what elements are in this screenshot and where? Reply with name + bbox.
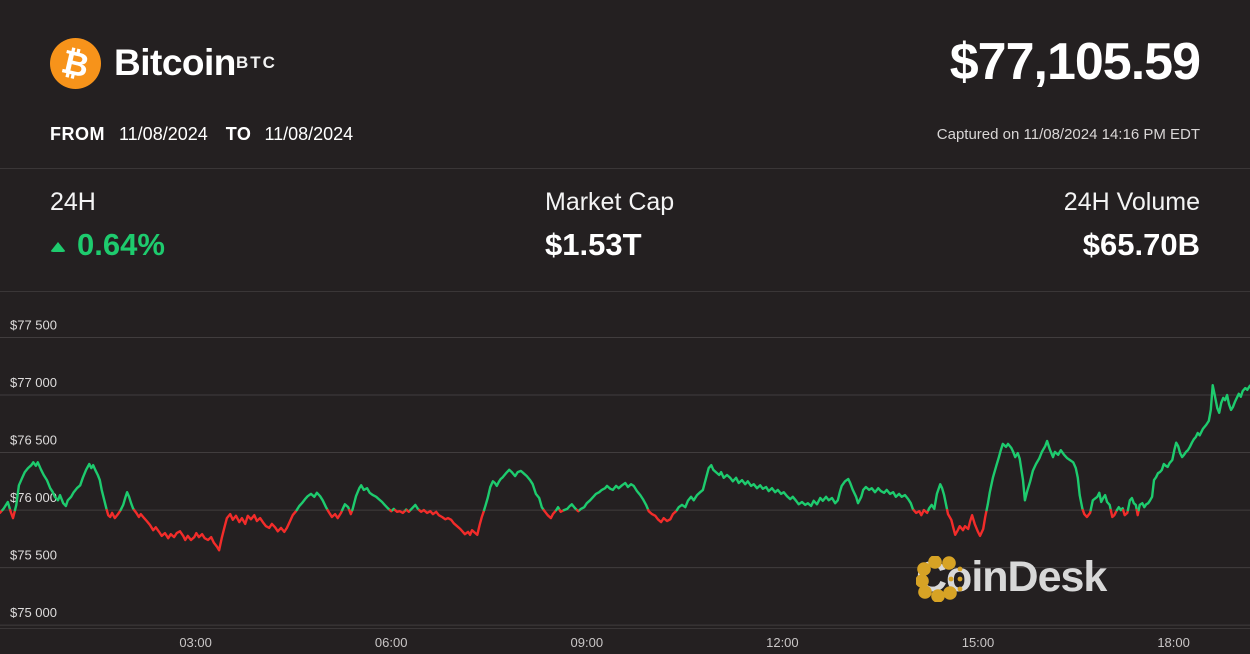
y-axis-label: $77 000	[10, 375, 57, 390]
price-line-segment	[8, 508, 17, 520]
price-line-segment	[105, 508, 122, 520]
price-line-segment	[675, 463, 915, 512]
price-line-segment	[119, 490, 136, 512]
x-axis-label: 09:00	[570, 635, 604, 650]
price-line-segment	[132, 508, 298, 552]
x-axis-label: 12:00	[766, 635, 799, 650]
bitcoin-symbol: ₿	[58, 41, 93, 86]
market-cap-value: $1.53T	[545, 227, 642, 262]
price-line-segment	[1126, 496, 1139, 512]
price-line-segment	[326, 508, 344, 520]
to-label: TO	[225, 124, 252, 144]
price-line-segment	[409, 503, 421, 512]
price-line-segment	[562, 503, 579, 512]
coin-name: Bitcoin	[114, 42, 236, 83]
price-line-segment	[985, 439, 1085, 512]
x-axis-label: 03:00	[179, 635, 212, 650]
y-axis-label: $75 500	[10, 548, 57, 563]
coindesk-logo-icon	[916, 556, 963, 602]
coindesk-watermark: CoinDesk	[916, 556, 1107, 602]
price-line-segment	[927, 482, 949, 512]
price-line-segment	[1081, 508, 1092, 519]
header: ₿ Bitcoin BTC $77,105.59 FROM 11/08/2024 T…	[0, 0, 1250, 168]
price-line-segment	[542, 508, 558, 520]
price-line-segment	[295, 491, 329, 512]
y-axis-label: $75 000	[10, 605, 57, 620]
price-line-segment	[341, 503, 351, 512]
current-price: $77,105.59	[949, 33, 1201, 91]
bitcoin-logo-icon: ₿	[50, 38, 101, 89]
price-line-segment	[1137, 383, 1250, 512]
price-line-segment	[482, 468, 545, 512]
x-axis: 03:00 06:00 09:00 12:00 15:00 18:00	[0, 628, 1250, 654]
price-line-segment	[422, 508, 486, 537]
price-chart-area[interactable]: $77 500 $77 000 $76 500 $76 000 $75 500 $75 0…	[0, 292, 1250, 628]
price-line-segment	[647, 508, 679, 524]
volume-value: $65.70B	[1082, 227, 1200, 262]
y-axis-label: $77 500	[10, 318, 57, 333]
price-line-segment	[1, 500, 12, 512]
price-line-segment	[912, 508, 926, 517]
up-triangle-icon	[50, 242, 66, 252]
price-line-segment	[393, 508, 407, 515]
price-line-segment	[1089, 491, 1113, 512]
price-line-segment	[578, 481, 650, 512]
price-line-segment	[946, 508, 988, 538]
x-axis-label: 15:00	[961, 635, 995, 650]
from-date[interactable]: 11/08/2024	[119, 124, 208, 144]
change-value: 0.64%	[50, 227, 165, 263]
bitcoin-price-page: ₿ Bitcoin BTC $77,105.59 FROM 11/08/2024 T…	[0, 0, 1250, 654]
coin-ticker: BTC	[236, 53, 277, 72]
x-axis-label: 18:00	[1157, 635, 1190, 650]
price-line-segment	[1109, 508, 1119, 519]
x-axis-label: 06:00	[374, 635, 408, 650]
price-line-segment	[351, 484, 392, 512]
change-percent: 0.64%	[77, 227, 165, 262]
y-axis-label: $76 500	[10, 433, 57, 448]
to-date[interactable]: 11/08/2024	[264, 124, 353, 144]
market-cap-label: Market Cap	[545, 188, 675, 216]
from-label: FROM	[50, 124, 105, 144]
date-range: FROM 11/08/2024 TO 11/08/2024	[50, 124, 353, 145]
stats-strip: 24H 0.64% Market Cap $1.53T 24H Volume $…	[0, 168, 1250, 292]
volume-label: 24H Volume	[1063, 188, 1200, 216]
change-label: 24H	[50, 188, 96, 216]
captured-timestamp: Captured on 11/08/2024 14:16 PM EDT	[936, 126, 1200, 143]
